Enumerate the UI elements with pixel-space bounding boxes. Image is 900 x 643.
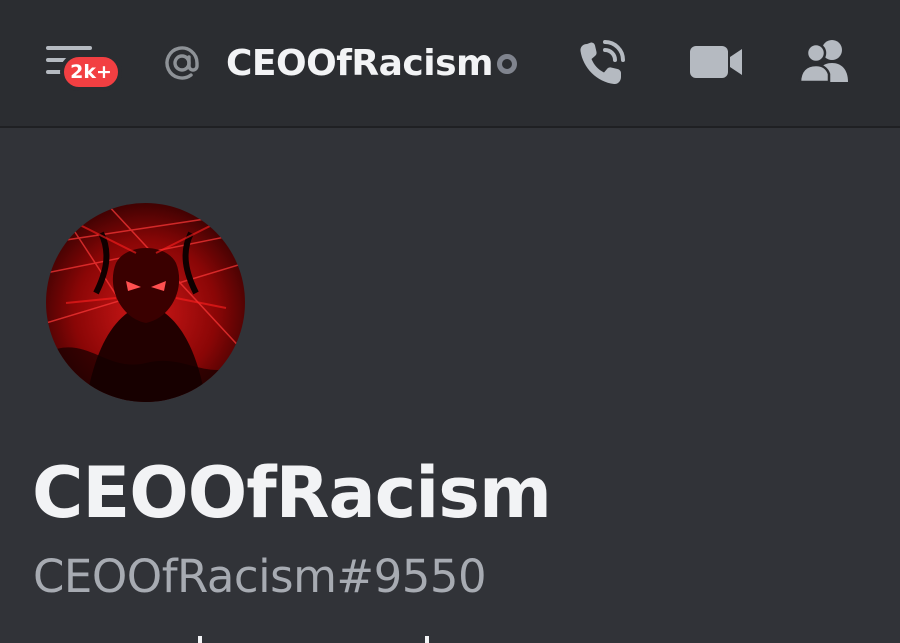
cutoff-content — [198, 636, 429, 643]
notification-badge: 2k+ — [60, 53, 122, 91]
avatar-image — [46, 203, 245, 402]
profile-display-name: CEOOfRacism — [32, 452, 552, 534]
phone-call-icon[interactable] — [577, 38, 629, 88]
header-bar: 2k+ CEOOfRacism — [0, 0, 900, 128]
members-icon[interactable] — [798, 38, 854, 82]
profile-user-tag: CEOOfRacism#9550 — [33, 550, 487, 603]
avatar[interactable] — [46, 203, 245, 402]
at-icon — [165, 46, 199, 80]
channel-title[interactable]: CEOOfRacism — [226, 38, 494, 90]
video-camera-icon[interactable] — [688, 44, 744, 80]
offline-status-icon — [497, 54, 517, 74]
